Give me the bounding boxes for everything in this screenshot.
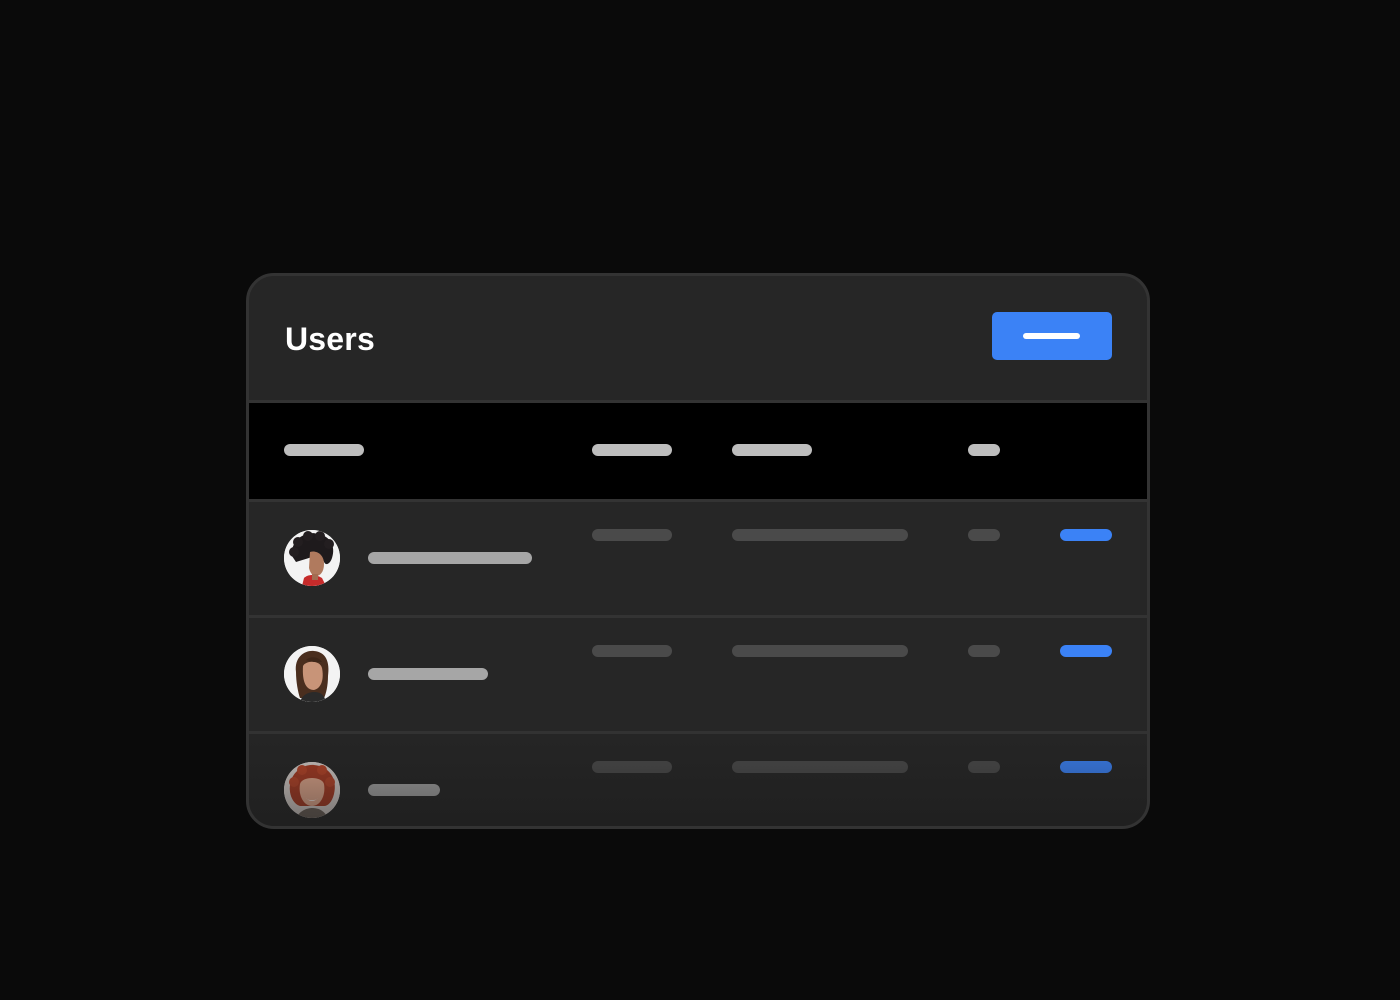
avatar [284, 530, 340, 586]
user-name-placeholder [368, 668, 488, 680]
column-header-2[interactable] [592, 444, 672, 456]
card-header: Users [249, 276, 1147, 403]
user-name-placeholder [368, 784, 440, 796]
cell-placeholder [968, 645, 1000, 657]
avatar-curly-hair-person-icon [284, 530, 340, 586]
cell-placeholder [732, 761, 908, 773]
table-row[interactable] [249, 618, 1147, 734]
cell-placeholder [732, 529, 908, 541]
row-action-link[interactable] [1060, 645, 1112, 657]
column-header-3[interactable] [732, 444, 812, 456]
table-header [249, 403, 1147, 502]
bottom-fade-overlay [249, 722, 1147, 826]
table-row[interactable] [249, 722, 1147, 826]
avatar [284, 762, 340, 818]
primary-action-button[interactable] [992, 312, 1112, 360]
button-label-placeholder [1023, 333, 1080, 339]
cell-placeholder [968, 529, 1000, 541]
column-header-4[interactable] [968, 444, 1000, 456]
cell-placeholder [592, 761, 672, 773]
cell-placeholder [732, 645, 908, 657]
cell-placeholder [592, 529, 672, 541]
cell-placeholder [968, 761, 1000, 773]
user-name-placeholder [368, 552, 532, 564]
row-action-link[interactable] [1060, 529, 1112, 541]
row-action-link[interactable] [1060, 761, 1112, 773]
avatar [284, 646, 340, 702]
avatar-red-hair-person-icon [284, 762, 340, 818]
users-card: Users [246, 273, 1150, 829]
column-header-name[interactable] [284, 444, 364, 456]
avatar-long-hair-person-icon [284, 646, 340, 702]
page-title: Users [285, 321, 375, 357]
table-row[interactable] [249, 502, 1147, 618]
cell-placeholder [592, 645, 672, 657]
